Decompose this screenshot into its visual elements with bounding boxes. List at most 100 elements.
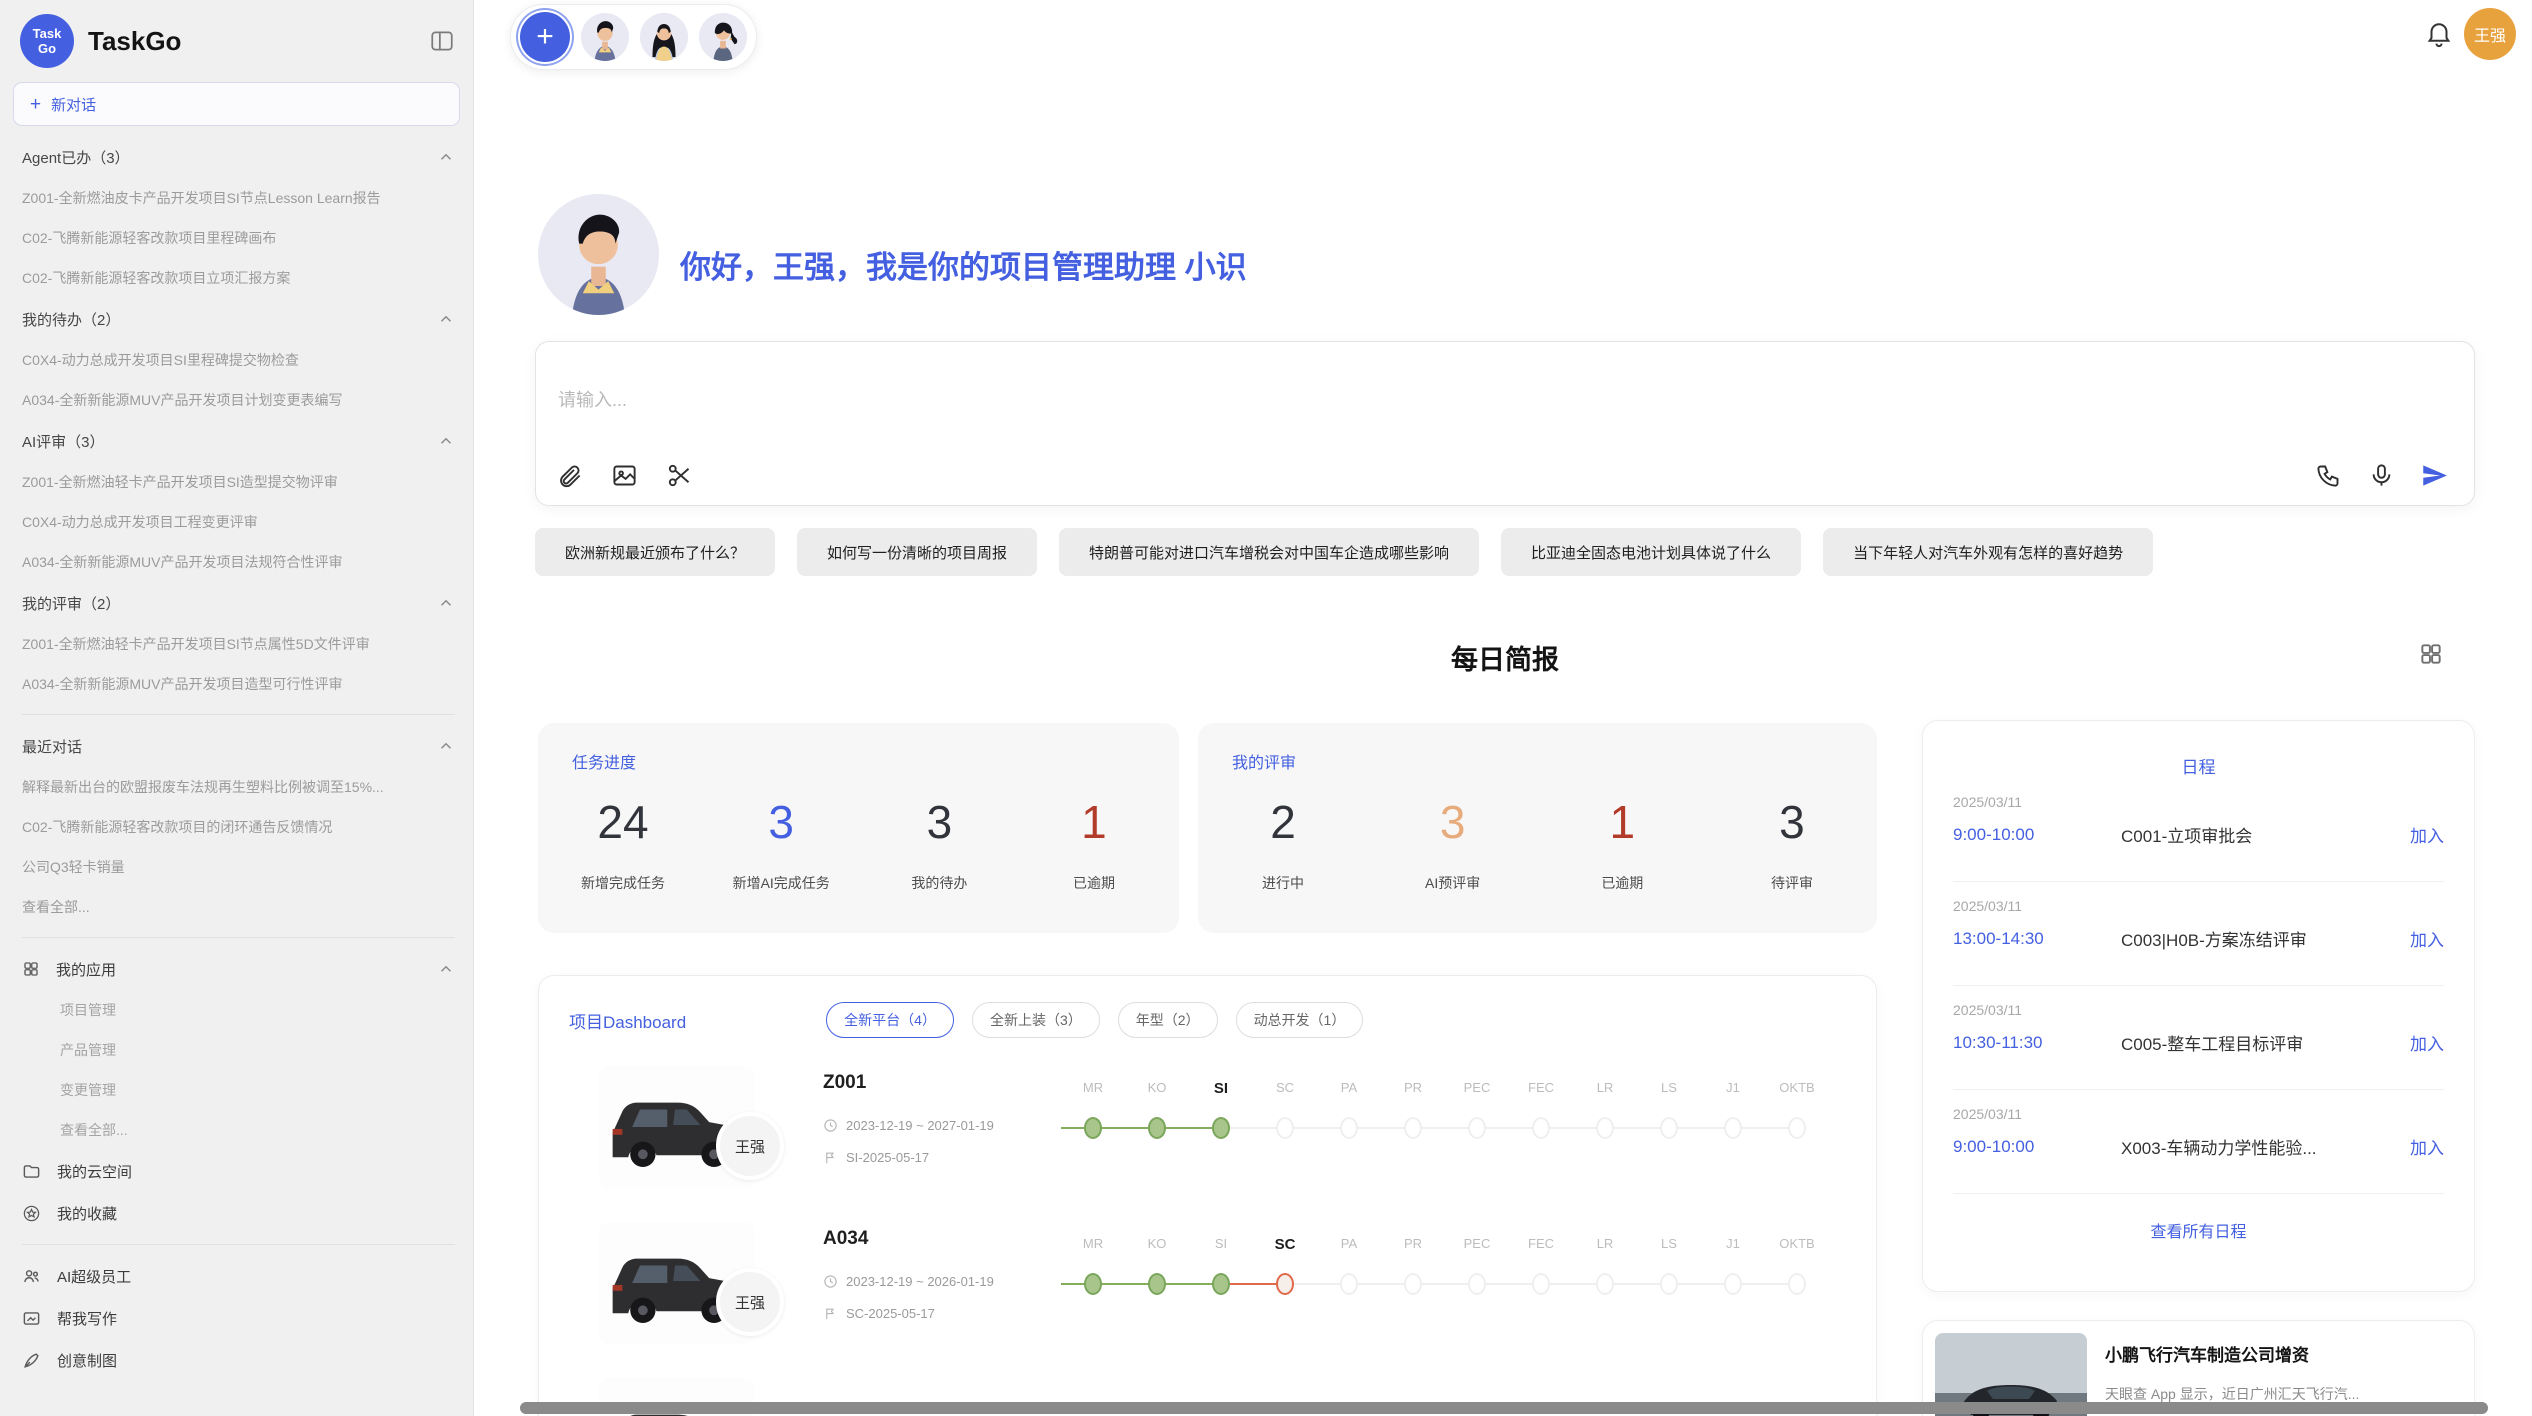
phone-icon[interactable] bbox=[2315, 462, 2342, 489]
milestone-label: PEC bbox=[1445, 1080, 1509, 1097]
new-chat-button[interactable]: + 新对话 bbox=[13, 82, 460, 126]
list-item[interactable]: A034-全新新能源MUV产品开发项目计划变更表编写 bbox=[22, 380, 455, 420]
milestone-track: MR KO SI SC PA PR PEC FEC LR LS J1 OKTB bbox=[1061, 1080, 1829, 1151]
tab-new-platform[interactable]: 全新平台（4） bbox=[826, 1002, 954, 1038]
scissors-icon[interactable] bbox=[666, 462, 693, 489]
logo-line2: Go bbox=[38, 41, 56, 56]
user-avatar[interactable]: 王强 bbox=[2464, 8, 2516, 60]
list-item[interactable]: C0X4-动力总成开发项目工程变更评审 bbox=[22, 502, 455, 542]
suggestion-chip[interactable]: 比亚迪全固态电池计划具体说了什么 bbox=[1501, 528, 1801, 576]
message-input[interactable] bbox=[558, 390, 1758, 411]
project-row: 王强 A034 2023-12-19 ~ 2026-01-19 SC-2025-… bbox=[599, 1222, 1876, 1360]
schedule-item: 2025/03/11 9:00-10:00 X003-车辆动力学性能验... 加… bbox=[1953, 1090, 2444, 1194]
sidebar-item-creative-draw[interactable]: 创意制图 bbox=[22, 1339, 455, 1381]
sidebar-header: Task Go TaskGo bbox=[0, 0, 473, 76]
section-my-apps[interactable]: 我的应用 bbox=[22, 948, 455, 990]
image-icon[interactable] bbox=[611, 462, 638, 489]
chevron-up-icon[interactable] bbox=[437, 432, 455, 450]
sidebar-lists: Agent已办（3） Z001-全新燃油皮卡产品开发项目SI节点Lesson L… bbox=[0, 136, 473, 1381]
metric: 2 进行中 bbox=[1238, 795, 1328, 893]
microphone-icon[interactable] bbox=[2368, 462, 2395, 489]
section-title: Agent已办（3） bbox=[22, 147, 130, 168]
chevron-up-icon[interactable] bbox=[437, 594, 455, 612]
menu-label: 我的收藏 bbox=[57, 1203, 117, 1224]
join-link[interactable]: 加入 bbox=[2410, 1030, 2444, 1055]
list-item[interactable]: Z001-全新燃油轻卡产品开发项目SI节点属性5D文件评审 bbox=[22, 624, 455, 664]
write-icon bbox=[22, 1309, 41, 1328]
sidebar-item-project-mgmt[interactable]: 项目管理 bbox=[22, 990, 455, 1030]
schedule-event-title: C001-立项审批会 bbox=[2121, 822, 2410, 847]
join-link[interactable]: 加入 bbox=[2410, 926, 2444, 951]
list-item[interactable]: C02-飞腾新能源轻客改款项目里程碑画布 bbox=[22, 218, 455, 258]
list-item[interactable]: Z001-全新燃油轻卡产品开发项目SI造型提交物评审 bbox=[22, 462, 455, 502]
project-row: 王强 Z001 2023-12-19 ~ 2027-01-19 SI-2025-… bbox=[599, 1066, 1876, 1204]
schedule-date: 2025/03/11 bbox=[1953, 794, 2444, 810]
section-recent-chats[interactable]: 最近对话 bbox=[22, 725, 455, 767]
chevron-up-icon[interactable] bbox=[437, 960, 455, 978]
logo-line1: Task bbox=[33, 26, 62, 41]
agent-avatar-3[interactable] bbox=[699, 13, 747, 61]
list-item[interactable]: C02-飞腾新能源轻客改款项目的闭环通告反馈情况 bbox=[22, 807, 455, 847]
milestone-label: OKTB bbox=[1765, 1080, 1829, 1097]
sidebar-item-product-mgmt[interactable]: 产品管理 bbox=[22, 1030, 455, 1070]
section-title: 我的待办（2） bbox=[22, 309, 120, 330]
view-all-link[interactable]: 查看全部... bbox=[22, 1110, 455, 1150]
section-agent-done[interactable]: Agent已办（3） bbox=[22, 136, 455, 178]
sidebar-item-help-write[interactable]: 帮我写作 bbox=[22, 1297, 455, 1339]
project-code[interactable]: A034 bbox=[823, 1228, 868, 1250]
send-icon[interactable] bbox=[2421, 462, 2448, 489]
suggestion-chip[interactable]: 如何写一份清晰的项目周报 bbox=[797, 528, 1037, 576]
list-item[interactable]: 解释最新出台的欧盟报废车法规再生塑料比例被调至15%... bbox=[22, 767, 455, 807]
suggestion-chip[interactable]: 当下年轻人对汽车外观有怎样的喜好趋势 bbox=[1823, 528, 2153, 576]
menu-label: AI超级员工 bbox=[57, 1266, 131, 1287]
metric-value: 3 bbox=[1747, 795, 1837, 849]
notification-bell-icon[interactable] bbox=[2424, 18, 2454, 48]
attachment-icon[interactable] bbox=[556, 462, 583, 489]
horizontal-scrollbar[interactable] bbox=[520, 1402, 2488, 1414]
project-code[interactable]: Z001 bbox=[823, 1072, 866, 1094]
schedule-item: 2025/03/11 9:00-10:00 C001-立项审批会 加入 bbox=[1953, 778, 2444, 882]
tab-year-model[interactable]: 年型（2） bbox=[1118, 1002, 1218, 1038]
list-item[interactable]: 公司Q3轻卡销量 bbox=[22, 847, 455, 887]
chevron-up-icon[interactable] bbox=[437, 737, 455, 755]
tab-new-body[interactable]: 全新上装（3） bbox=[972, 1002, 1100, 1038]
agent-avatar-1[interactable] bbox=[581, 13, 629, 61]
list-item[interactable]: A034-全新新能源MUV产品开发项目法规符合性评审 bbox=[22, 542, 455, 582]
quick-agents-bar: + bbox=[510, 4, 757, 70]
list-item[interactable]: C0X4-动力总成开发项目SI里程碑提交物检查 bbox=[22, 340, 455, 380]
list-item[interactable]: A034-全新新能源MUV产品开发项目造型可行性评审 bbox=[22, 664, 455, 704]
suggestion-chip[interactable]: 欧洲新规最近颁布了什么？ bbox=[535, 528, 775, 576]
chevron-up-icon[interactable] bbox=[437, 310, 455, 328]
add-agent-button[interactable]: + bbox=[520, 12, 570, 62]
view-all-schedule-link[interactable]: 查看所有日程 bbox=[1953, 1218, 2444, 1242]
list-item[interactable]: Z001-全新燃油皮卡产品开发项目SI节点Lesson Learn报告 bbox=[22, 178, 455, 218]
agent-avatar-2[interactable] bbox=[640, 13, 688, 61]
section-ai-review[interactable]: AI评审（3） bbox=[22, 420, 455, 462]
card-title: 任务进度 bbox=[572, 749, 1145, 773]
metric-value: 24 bbox=[578, 795, 668, 849]
tab-powertrain[interactable]: 动总开发（1） bbox=[1236, 1002, 1364, 1038]
join-link[interactable]: 加入 bbox=[2410, 1134, 2444, 1159]
sidebar-item-favorites[interactable]: 我的收藏 bbox=[22, 1192, 455, 1234]
metric-label: 待评审 bbox=[1747, 873, 1837, 893]
plus-icon: + bbox=[30, 95, 41, 114]
sidebar-item-ai-employee[interactable]: AI超级员工 bbox=[22, 1255, 455, 1297]
sidebar-collapse-icon[interactable] bbox=[429, 28, 455, 54]
my-review-card: 我的评审 2 进行中 3 AI预评审 1 已逾期 3 待评审 bbox=[1198, 723, 1877, 933]
suggestion-chip[interactable]: 特朗普可能对进口汽车增税会对中国车企造成哪些影响 bbox=[1059, 528, 1479, 576]
schedule-date: 2025/03/11 bbox=[1953, 1002, 2444, 1018]
milestone-label: KO bbox=[1125, 1236, 1189, 1253]
section-my-review[interactable]: 我的评审（2） bbox=[22, 582, 455, 624]
list-item[interactable]: C02-飞腾新能源轻客改款项目立项汇报方案 bbox=[22, 258, 455, 298]
clock-icon bbox=[823, 1274, 838, 1289]
new-chat-label: 新对话 bbox=[51, 94, 96, 115]
view-all-link[interactable]: 查看全部... bbox=[22, 887, 455, 927]
chevron-up-icon[interactable] bbox=[437, 148, 455, 166]
sidebar-item-cloud-space[interactable]: 我的云空间 bbox=[22, 1150, 455, 1192]
section-my-todo[interactable]: 我的待办（2） bbox=[22, 298, 455, 340]
dashboard-tabs: 全新平台（4） 全新上装（3） 年型（2） 动总开发（1） bbox=[826, 1002, 1363, 1038]
milestone-label: LS bbox=[1637, 1236, 1701, 1253]
sidebar-item-change-mgmt[interactable]: 变更管理 bbox=[22, 1070, 455, 1110]
layout-grid-icon[interactable] bbox=[2418, 641, 2444, 667]
join-link[interactable]: 加入 bbox=[2410, 822, 2444, 847]
